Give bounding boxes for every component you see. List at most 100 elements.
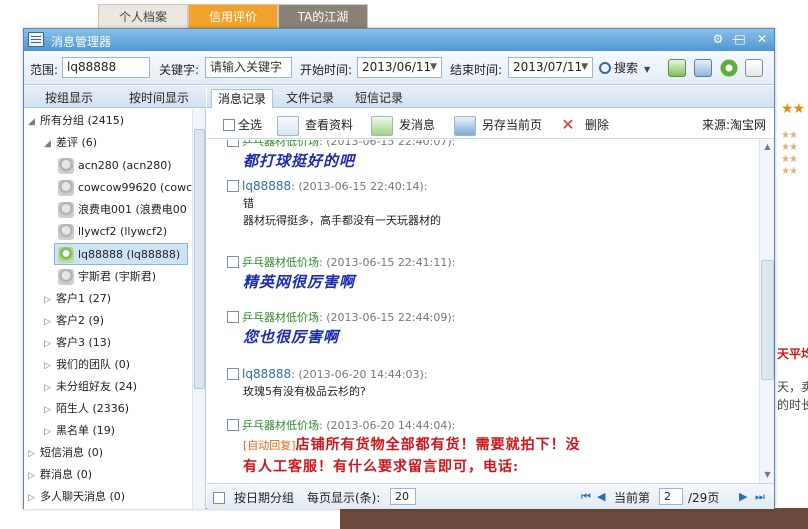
tree-group[interactable]: ▷ 客户3 (13) [44, 332, 111, 354]
tab-by-time[interactable]: 按时间显示 [120, 89, 198, 108]
sender-name[interactable]: 乒乓器材低价场 [242, 311, 319, 324]
send-message-button[interactable]: 发消息 [371, 115, 435, 136]
sender-name[interactable]: 乒乓器材低价场 [242, 256, 319, 269]
notes-icon[interactable] [745, 59, 763, 77]
tree-group[interactable]: ▷ 黑名单 (19) [44, 420, 115, 442]
background-tab-bar: 个人档案 信用评价 TA的江湖 [0, 0, 808, 30]
tree-contact[interactable]: acn280 (acn280) [58, 155, 172, 177]
send-message-icon [371, 115, 393, 136]
chevron-down-icon: ▼ [644, 65, 651, 74]
maximize-button[interactable]: □ [732, 32, 748, 47]
keyword-input[interactable]: 请输入关键字 [205, 57, 292, 78]
current-page-input[interactable]: 2 [659, 488, 683, 505]
message-checkbox[interactable] [227, 368, 239, 380]
message-checkbox[interactable] [227, 180, 239, 192]
settings-icon[interactable]: ⚙ [710, 32, 726, 47]
tree-group[interactable]: ▷ 客户1 (27) [44, 288, 111, 310]
sender-name[interactable]: lq88888 [242, 179, 291, 193]
tree-root-all-groups[interactable]: ◢ 所有分组 (2415) [28, 110, 124, 132]
scroll-up-icon[interactable]: ▲ [760, 142, 775, 151]
message-text: 器材玩得挺多，高手都没有一天玩器材的 [243, 214, 441, 227]
bg-heading-snippet: 天平均 [777, 347, 808, 361]
tree-group[interactable]: ▷ 客户2 (9) [44, 310, 104, 332]
message-list: 乒乓器材低价场: (2013-06-15 22:40:07): 都打球挺好的吧 … [207, 140, 774, 483]
tree-group-messages[interactable]: ▷ 群消息 (0) [28, 464, 92, 486]
app-icon [28, 32, 44, 47]
message-text: 错 [243, 197, 254, 210]
avatar-icon [58, 247, 74, 263]
chevron-down-icon: ▼ [581, 62, 588, 72]
sender-name[interactable]: lq88888 [242, 367, 291, 381]
refresh-icon[interactable] [720, 59, 738, 77]
scrollbar-thumb[interactable] [761, 260, 774, 380]
tree-scrollbar[interactable] [192, 109, 205, 509]
delete-button[interactable]: ✕ 删除 [557, 115, 610, 136]
avatar-icon [58, 202, 74, 218]
tab-message-records[interactable]: 消息记录 [211, 89, 273, 108]
tree-contact[interactable]: cowcow99620 (cowcow [58, 177, 205, 199]
tree-group[interactable]: ▷ 未分组好友 (24) [44, 376, 137, 398]
bg-tab-community[interactable]: TA的江湖 [278, 4, 368, 28]
tree-group[interactable]: ▷ 我们的团队 (0) [44, 354, 130, 376]
tree-contact[interactable]: 浪费电001 (浪费电00 [58, 199, 187, 221]
first-page-icon[interactable]: ⏮ [581, 489, 591, 505]
scrollbar-thumb[interactable] [194, 129, 205, 389]
start-date-picker[interactable]: 2013/06/11 ▼ [357, 57, 442, 78]
end-date-picker[interactable]: 2013/07/11 ▼ [508, 57, 593, 78]
expand-triangle-icon: ◢ [28, 117, 35, 127]
tree-contact[interactable]: llywcf2 (llywcf2) [58, 221, 167, 243]
bg-tab-profile[interactable]: 个人档案 [98, 4, 188, 28]
background-right-panel: ★★ ★★ ★★ ★★ ★★ 天平均 天，卖 的时长 [775, 30, 808, 529]
message-manager-window: 消息管理器 ⚙ — □ ✕ 范围: lq88888 关键字: 请输入关键字 开始… [23, 28, 775, 509]
message-checkbox[interactable] [227, 419, 239, 431]
checkbox-icon [223, 119, 235, 131]
last-page-icon[interactable]: ⏭ [755, 489, 765, 505]
group-by-date-checkbox[interactable]: 按日期分组 [213, 490, 294, 506]
tree-multi-chat-messages[interactable]: ▷ 多人聊天消息 (0) [28, 486, 125, 508]
message-time: : (2013-06-15 22:41:11): [319, 256, 456, 269]
scope-input[interactable]: lq88888 [62, 57, 150, 78]
delete-label: 删除 [585, 118, 610, 132]
search-button[interactable]: 搜索 ▼ [599, 59, 650, 78]
message-scrollbar[interactable]: ▲ ▼ [759, 140, 774, 483]
save-page-button[interactable]: 另存当前页 [454, 115, 542, 136]
tab-sms-records[interactable]: 短信记录 [348, 89, 410, 108]
tree-group[interactable]: ▷ 陌生人 (2336) [44, 398, 129, 420]
select-all-checkbox[interactable]: 全选 [223, 115, 262, 135]
chevron-down-icon: ▼ [430, 62, 437, 72]
next-page-icon[interactable]: ▶ [739, 489, 747, 505]
filter-bar: 范围: lq88888 关键字: 请输入关键字 开始时间: 2013/06/11… [24, 51, 774, 85]
message-checkbox[interactable] [227, 256, 239, 268]
scroll-down-icon[interactable]: ▼ [760, 470, 775, 479]
message-item: 乒乓器材低价场: (2013-06-15 22:44:09): 您也很厉害啊 [227, 310, 455, 348]
message-time: : (2013-06-15 22:40:07): [319, 140, 456, 148]
message-time: : (2013-06-20 14:44:03): [291, 368, 428, 381]
bg-tab-credit-rating[interactable]: 信用评价 [188, 4, 278, 28]
contact-label: llywcf2 (llywcf2) [78, 225, 168, 238]
group-by-date-label: 按日期分组 [234, 491, 295, 505]
tree-sms-messages[interactable]: ▷ 短信消息 (0) [28, 442, 103, 464]
message-text: 玫瑰5有没有极品云杉的? [243, 385, 366, 398]
checkbox-icon [213, 492, 225, 504]
message-checkbox[interactable] [227, 140, 239, 147]
import-icon[interactable] [694, 59, 712, 77]
tree-group-bad-reviews[interactable]: ◢ 差评 (6) [44, 132, 97, 154]
sender-name[interactable]: 乒乓器材低价场 [242, 140, 319, 148]
export-icon[interactable] [668, 59, 686, 77]
contact-label: acn280 (acn280) [78, 159, 172, 172]
collapse-triangle-icon: ▷ [44, 361, 51, 371]
sender-name[interactable]: 乒乓器材低价场 [242, 419, 319, 432]
message-time: : (2013-06-15 22:44:09): [319, 311, 456, 324]
tree-contact-selected[interactable]: lq88888 (lq88888) [54, 243, 188, 265]
close-button[interactable]: ✕ [754, 32, 770, 47]
prev-page-icon[interactable]: ◀ [597, 489, 605, 505]
per-page-input[interactable]: 20 [390, 488, 416, 505]
title-bar[interactable]: 消息管理器 ⚙ — □ ✕ [24, 29, 774, 51]
message-checkbox[interactable] [227, 311, 239, 323]
auto-reply-tag: [自动回复] [243, 439, 296, 452]
tree-contact[interactable]: 宇斯君 (宇斯君) [58, 266, 156, 288]
tab-file-records[interactable]: 文件记录 [279, 89, 341, 108]
message-time: : (2013-06-20 14:44:04): [319, 419, 456, 432]
view-profile-button[interactable]: 查看资料 [277, 115, 353, 136]
tab-by-group[interactable]: 按组显示 [30, 89, 108, 108]
